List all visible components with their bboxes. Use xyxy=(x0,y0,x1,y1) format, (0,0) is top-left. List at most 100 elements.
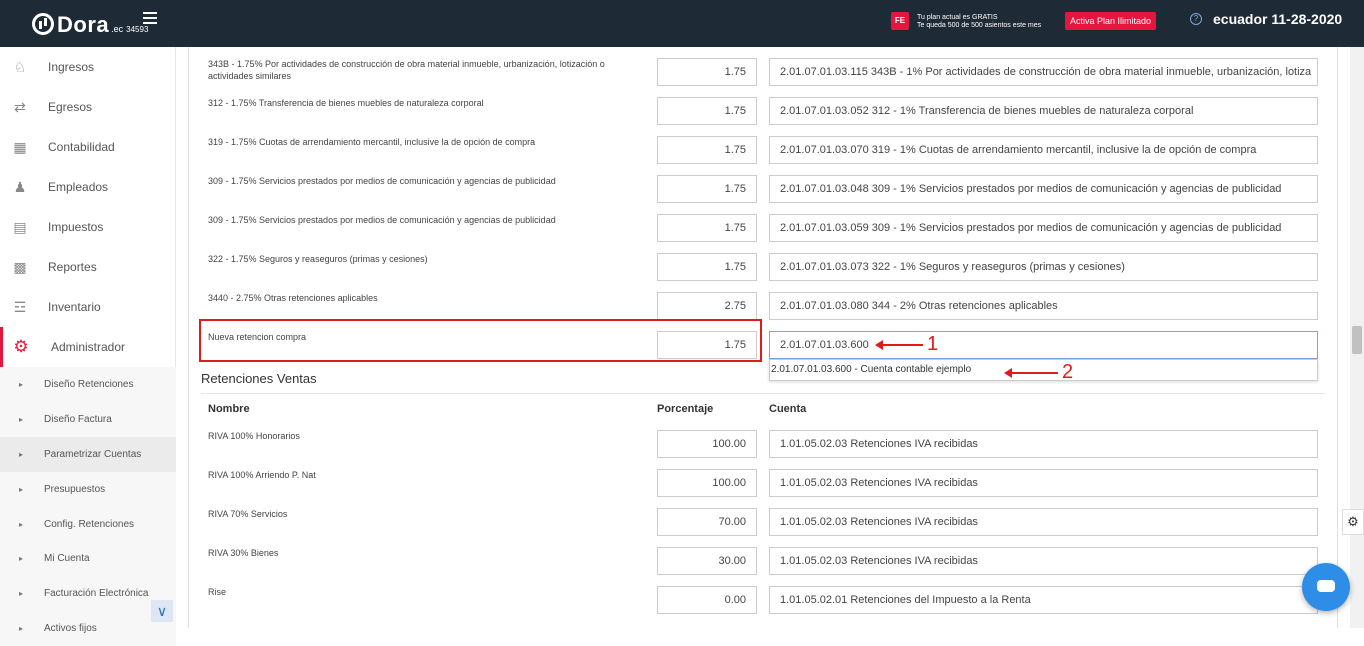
chat-icon[interactable] xyxy=(1302,563,1350,611)
logo-text: Dora xyxy=(57,12,110,37)
percentage-input[interactable]: 100.00 xyxy=(657,430,757,458)
retention-name: 309 - 1.75% Servicios prestados por medi… xyxy=(208,215,556,225)
sidebar-item-label: Ingresos xyxy=(48,60,95,74)
sidebar-item-egresos[interactable]: ⇄ Egresos xyxy=(0,87,176,127)
sidebar-item-impuestos[interactable]: ▤ Impuestos xyxy=(0,207,176,247)
sidebar-subitem-activos-fijos[interactable]: ▸ Activos fijos xyxy=(0,611,176,646)
boxes-icon: ☲ xyxy=(13,299,27,315)
menu-toggle-icon[interactable] xyxy=(143,12,157,24)
retention-name: 309 - 1.75% Servicios prestados por medi… xyxy=(208,176,556,186)
logo-chart-icon xyxy=(32,13,54,35)
percentage-input[interactable]: 30.00 xyxy=(657,547,757,575)
percentage-input[interactable]: 70.00 xyxy=(657,508,757,536)
percentage-input[interactable]: 1.75 xyxy=(657,97,757,125)
account-input[interactable]: 2.01.07.01.03.048 309 - 1% Servicios pre… xyxy=(769,175,1318,203)
account-input[interactable]: 2.01.07.01.03.115 343B - 1% Por activida… xyxy=(769,58,1318,86)
scrollbar-thumb[interactable] xyxy=(1352,326,1362,354)
account-input[interactable]: 1.01.05.02.03 Retenciones IVA recibidas xyxy=(769,547,1318,575)
account-input[interactable]: 2.01.07.01.03.070 319 - 1% Cuotas de arr… xyxy=(769,136,1318,164)
plan-line-2: Te queda 500 de 500 asientos este mes xyxy=(917,22,1042,29)
percentage-input[interactable]: 2.75 xyxy=(657,292,757,320)
retention-name: RIVA 70% Servicios xyxy=(208,509,288,519)
sidebar-subitem-label: Presupuestos xyxy=(44,484,106,495)
account-input[interactable]: 1.01.05.02.01 Retenciones del Impuesto a… xyxy=(769,586,1318,614)
top-bar xyxy=(0,0,1364,47)
account-input[interactable]: 1.01.05.02.03 Retenciones IVA recibidas xyxy=(769,430,1318,458)
help-icon[interactable]: ? xyxy=(1190,13,1202,25)
sidebar-subitem-label: Facturación Electrónica xyxy=(44,588,149,599)
sidebar-subitem-presupuestos[interactable]: ▸ Presupuestos xyxy=(0,472,176,507)
annotation-number-1: 1 xyxy=(927,333,939,355)
percentage-input[interactable]: 100.00 xyxy=(657,469,757,497)
people-icon: ♟ xyxy=(13,179,27,195)
sidebar-subitem-label: Diseño Retenciones xyxy=(44,379,134,390)
activate-plan-button[interactable]: Activa Plan Ilimitado xyxy=(1065,12,1157,30)
annotation-number-2: 2 xyxy=(1062,361,1074,383)
percentage-input[interactable]: 1.75 xyxy=(657,136,757,164)
sidebar-item-label: Contabilidad xyxy=(48,140,115,154)
percentage-input[interactable]: 1.75 xyxy=(657,253,757,281)
percentage-input[interactable]: 1.75 xyxy=(657,58,757,86)
double-chevron-down-icon[interactable]: ∨ xyxy=(151,600,173,622)
column-header-name: Nombre xyxy=(208,403,250,415)
percentage-input[interactable]: 1.75 xyxy=(657,175,757,203)
account-input[interactable]: 2.01.07.01.03.052 312 - 1% Transferencia… xyxy=(769,97,1318,125)
tenant-label[interactable]: ecuador 11-28-2020 xyxy=(1213,11,1342,27)
sidebar-subitem-label: Mi Cuenta xyxy=(44,553,90,564)
settings-gear-icon[interactable]: ⚙ xyxy=(1342,509,1364,535)
chevron-right-icon: ▸ xyxy=(19,520,24,529)
cash-out-icon: ⇄ xyxy=(14,99,26,115)
report-icon: ▩ xyxy=(13,259,27,275)
sidebar-item-administrador[interactable]: ⚙ Administrador xyxy=(0,327,176,367)
logo-number: 34593 xyxy=(126,25,149,34)
tax-icon: ▤ xyxy=(13,219,27,235)
sidebar-subitem-label: Diseño Factura xyxy=(44,414,112,425)
sidebar-subitem-label: Activos fijos xyxy=(44,623,97,634)
retention-name: 312 - 1.75% Transferencia de bienes mueb… xyxy=(208,98,484,108)
retention-name: RIVA 100% Arriendo P. Nat xyxy=(208,470,316,480)
autocomplete-option[interactable]: 2.01.07.01.03.600 - Cuenta contable ejem… xyxy=(769,359,1318,381)
account-input[interactable]: 2.01.07.01.03.059 309 - 1% Servicios pre… xyxy=(769,214,1318,242)
retention-name: Nueva retencion compra xyxy=(208,332,307,342)
sidebar-subitem-diseno-factura[interactable]: ▸ Diseño Factura xyxy=(0,402,176,437)
account-input[interactable]: 2.01.07.01.03.073 322 - 1% Seguros y rea… xyxy=(769,253,1318,281)
sidebar-subitem-label: Parametrizar Cuentas xyxy=(44,449,142,460)
sidebar-item-label: Inventario xyxy=(48,300,101,314)
plan-line-1: Tu plan actual es GRATIS xyxy=(917,14,998,21)
logo[interactable]: Dora .ec 34593 xyxy=(32,10,148,38)
sidebar-subitem-config-retenciones[interactable]: ▸ Config. Retenciones xyxy=(0,507,176,542)
logo-suffix: .ec xyxy=(111,24,124,34)
sidebar-item-empleados[interactable]: ♟ Empleados xyxy=(0,167,176,207)
retention-name: 319 - 1.75% Cuotas de arrendamiento merc… xyxy=(208,137,536,147)
fe-badge: FE xyxy=(891,12,909,30)
retention-name: 343B - 1.75% Por actividades de construc… xyxy=(208,59,605,81)
sidebar-item-inventario[interactable]: ☲ Inventario xyxy=(0,287,176,327)
sidebar-subitem-facturacion-electronica[interactable]: ▸ Facturación Electrónica xyxy=(0,576,176,611)
account-input-active[interactable]: 2.01.07.01.03.600 xyxy=(769,331,1318,359)
chevron-right-icon: ▸ xyxy=(19,589,24,598)
sidebar-subitem-mi-cuenta[interactable]: ▸ Mi Cuenta xyxy=(0,541,176,576)
chevron-right-icon: ▸ xyxy=(19,624,24,633)
account-input[interactable]: 2.01.07.01.03.080 344 - 2% Otras retenci… xyxy=(769,292,1318,320)
column-header-percentage: Porcentaje xyxy=(657,403,714,415)
retention-name: Rise xyxy=(208,587,227,597)
sidebar-subitem-diseno-retenciones[interactable]: ▸ Diseño Retenciones xyxy=(0,367,176,402)
account-input[interactable]: 1.01.05.02.03 Retenciones IVA recibidas xyxy=(769,469,1318,497)
percentage-input[interactable]: 1.75 xyxy=(657,214,757,242)
percentage-input[interactable]: 1.75 xyxy=(657,331,757,359)
account-input[interactable]: 1.01.05.02.03 Retenciones IVA recibidas xyxy=(769,508,1318,536)
percentage-input[interactable]: 0.00 xyxy=(657,586,757,614)
chevron-right-icon: ▸ xyxy=(19,485,24,494)
annotation-arrow-2 xyxy=(1004,368,1058,378)
sidebar-item-label: Egresos xyxy=(48,100,93,114)
sidebar-item-ingresos[interactable]: ♘ Ingresos xyxy=(0,47,176,87)
sidebar-item-label: Impuestos xyxy=(48,220,104,234)
sidebar-item-reportes[interactable]: ▩ Reportes xyxy=(0,247,176,287)
sidebar-item-contabilidad[interactable]: ▦ Contabilidad xyxy=(0,127,176,167)
chevron-right-icon: ▸ xyxy=(19,554,24,563)
sidebar-item-label: Empleados xyxy=(48,180,109,194)
section-divider xyxy=(201,393,1325,394)
plan-status: Tu plan actual es GRATIS Te queda 500 de… xyxy=(917,14,1041,30)
sidebar-subitem-parametrizar-cuentas[interactable]: ▸ Parametrizar Cuentas xyxy=(0,437,176,472)
chevron-right-icon: ▸ xyxy=(19,415,24,424)
